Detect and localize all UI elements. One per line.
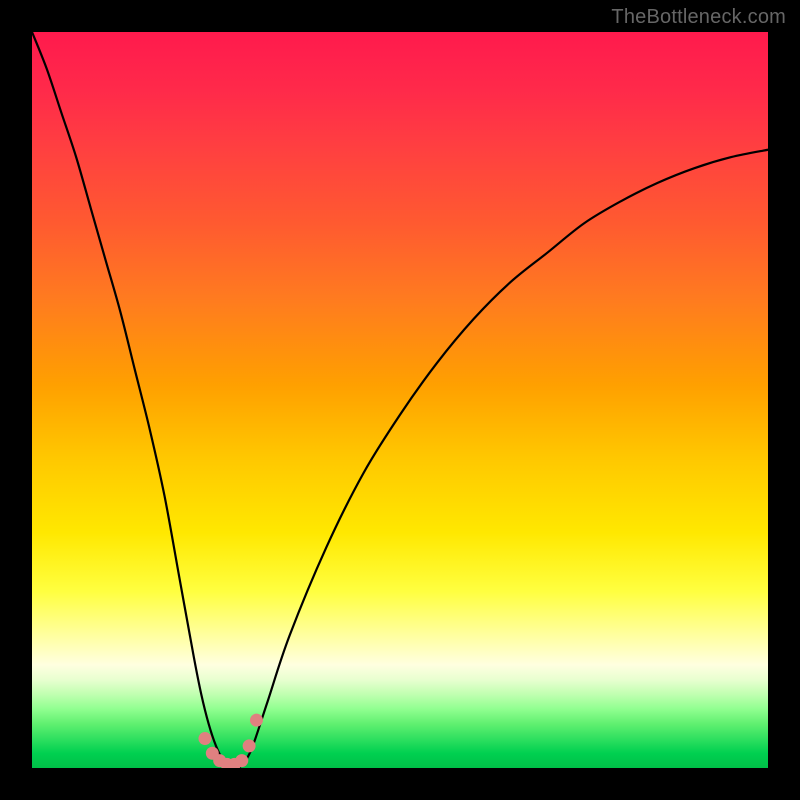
marker-point	[250, 714, 263, 727]
bottleneck-curve	[32, 32, 768, 768]
marker-point	[198, 732, 211, 745]
credit-label: TheBottleneck.com	[611, 6, 786, 29]
plot-area	[32, 32, 768, 768]
marker-point	[243, 739, 256, 752]
marker-point	[235, 754, 248, 767]
chart-svg	[32, 32, 768, 768]
